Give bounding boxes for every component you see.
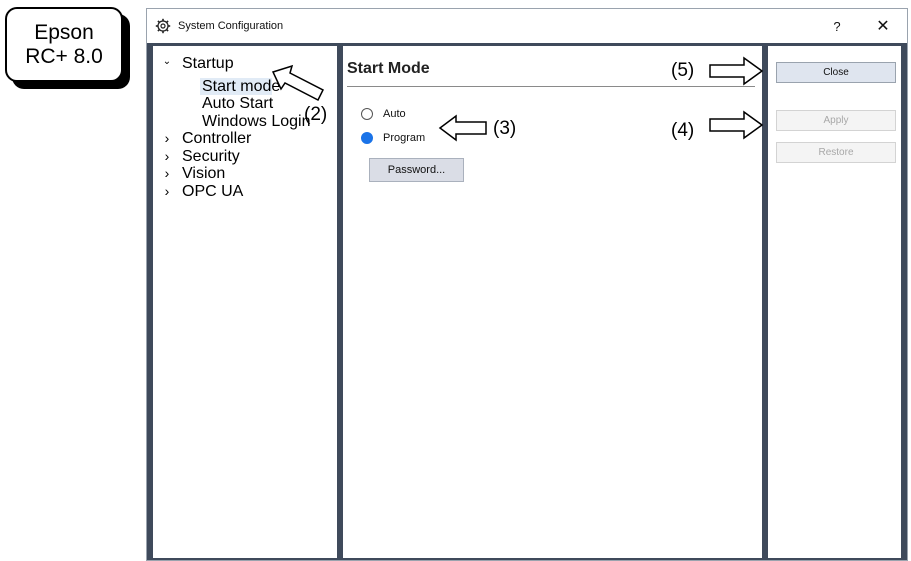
tree-item-auto-start[interactable]: Auto Start [202,95,273,112]
password-button[interactable]: Password... [369,158,464,182]
annotation-arrow-4 [709,110,764,140]
help-button[interactable]: ? [817,9,857,43]
tree-item-label: Auto Start [202,95,274,112]
tree-item-start-mode[interactable]: Start mode [202,78,280,95]
annotation-arrow-2 [271,64,325,102]
title-bar: System Configuration ? ✕ [147,9,907,43]
command-buttons-pane: Close Apply Restore [768,46,901,558]
annotation-label-4: (4) [671,120,695,141]
system-configuration-window: System Configuration ? ✕ ⌄ Startup Start… [146,8,908,561]
radio-button-selected-icon[interactable] [361,132,373,144]
tree-item-label: Windows Login [202,113,311,130]
window-title: System Configuration [178,20,284,32]
tree-item-label: Start mode [202,78,281,95]
tree-item-label: Security [182,148,240,165]
apply-button[interactable]: Apply [776,110,896,131]
radio-auto[interactable]: Auto [361,106,406,122]
annotation-arrow-3 [438,114,487,142]
chevron-right-icon[interactable]: › [162,183,172,200]
close-button[interactable]: Close [776,62,896,83]
badge-line-2: RC+ 8.0 [25,44,103,68]
radio-label: Program [383,132,426,144]
tree-item-windows-login[interactable]: Windows Login [202,113,311,130]
radio-button-icon[interactable] [361,108,373,120]
product-badge: Epson RC+ 8.0 [5,7,123,82]
annotation-label-3: (3) [493,118,517,139]
tree-item-label: OPC UA [182,183,244,200]
tree-item-label: Controller [182,130,252,147]
radio-program[interactable]: Program [361,130,425,146]
tree-item-label: Startup [182,55,234,72]
restore-button[interactable]: Restore [776,142,896,163]
annotation-label-5: (5) [671,60,695,81]
gear-icon [155,18,171,34]
chevron-right-icon[interactable]: › [162,148,172,165]
radio-label: Auto [383,108,406,120]
section-title: Start Mode [347,60,430,77]
chevron-right-icon[interactable]: › [162,165,172,182]
badge-line-1: Epson [34,20,94,44]
section-divider [347,86,755,87]
annotation-arrow-5 [709,56,764,86]
start-mode-panel: Start Mode Auto Program Password... [343,46,762,558]
chevron-right-icon[interactable]: › [162,130,172,147]
annotation-label-2: (2) [304,104,328,125]
window-close-button[interactable]: ✕ [863,9,903,43]
chevron-down-icon[interactable]: ⌄ [162,53,172,70]
tree-item-label: Vision [182,165,226,182]
